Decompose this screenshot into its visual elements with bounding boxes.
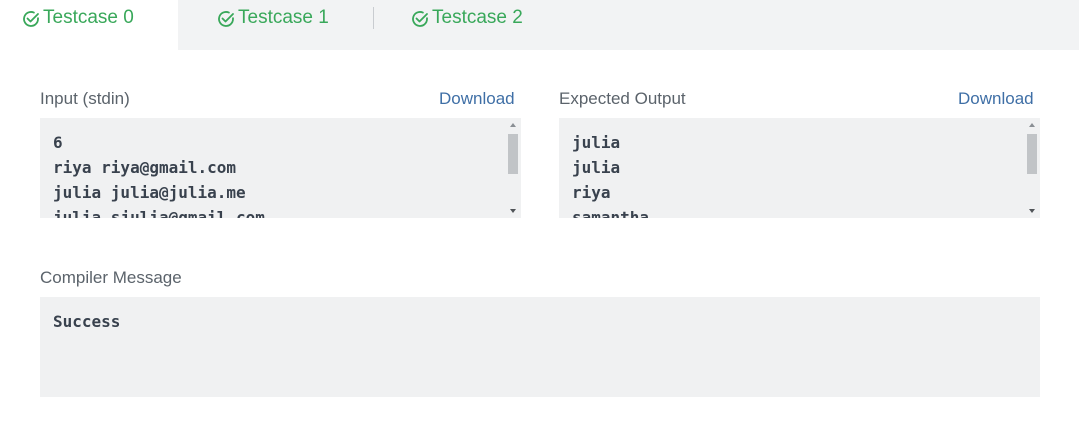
tab-label: Testcase 1: [238, 7, 329, 28]
compiler-message-label: Compiler Message: [40, 268, 182, 287]
tab-testcase-0[interactable]: Testcase 0: [0, 0, 178, 50]
expected-output-label: Expected Output: [559, 89, 686, 108]
scroll-down-arrow-icon[interactable]: [510, 209, 516, 213]
check-circle-icon: [23, 11, 39, 27]
compiler-message-box: Success: [40, 297, 1040, 397]
input-label: Input (stdin): [40, 89, 130, 108]
input-scrollbar[interactable]: [507, 120, 519, 216]
expected-output-scrollbar[interactable]: [1026, 120, 1038, 216]
tab-divider: [373, 7, 374, 29]
compiler-message-content: Success: [53, 312, 121, 331]
scroll-up-arrow-icon[interactable]: [1029, 123, 1035, 127]
expected-output-textarea[interactable]: julia julia riya samantha: [559, 118, 1040, 218]
tab-label: Testcase 2: [432, 7, 523, 28]
scroll-down-arrow-icon[interactable]: [1029, 209, 1035, 213]
tab-label: Testcase 0: [43, 7, 134, 28]
input-download-link[interactable]: Download: [439, 89, 515, 109]
tab-testcase-2[interactable]: Testcase 2: [410, 0, 523, 50]
scrollbar-thumb[interactable]: [1027, 134, 1037, 174]
scroll-up-arrow-icon[interactable]: [510, 123, 516, 127]
expected-output-download-link[interactable]: Download: [958, 89, 1034, 109]
expected-output-content: julia julia riya samantha: [572, 133, 650, 218]
input-textarea[interactable]: 6 riya riya@gmail.com julia julia@julia.…: [40, 118, 521, 218]
testcase-tab-bar: Testcase 0 Testcase 1 Testcase 2: [0, 0, 1079, 50]
tab-testcase-1[interactable]: Testcase 1: [216, 0, 329, 50]
check-circle-icon: [218, 11, 234, 27]
input-content: 6 riya riya@gmail.com julia julia@julia.…: [53, 133, 265, 218]
scrollbar-thumb[interactable]: [508, 134, 518, 174]
check-circle-icon: [412, 11, 428, 27]
testcase-results-panel: Testcase 0 Testcase 1 Testcase 2 Input (…: [0, 0, 1079, 424]
